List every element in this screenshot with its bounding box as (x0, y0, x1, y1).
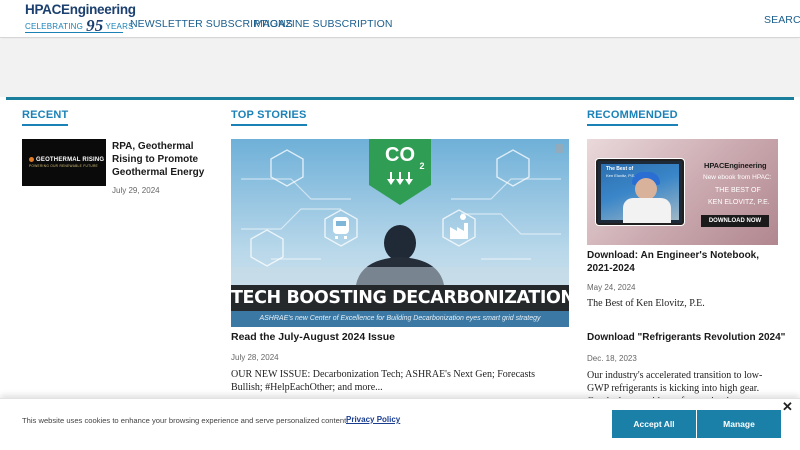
nav-search[interactable]: SEARCH (764, 14, 800, 26)
site-header: HPACEngineering CELEBRATING 95 YEARS NEW… (0, 0, 800, 38)
recent-article-date: July 29, 2024 (112, 186, 160, 195)
ad-line1: New ebook from HPAC: (703, 174, 772, 181)
recent-article-title[interactable]: RPA, Geothermal Rising to Promote Geothe… (112, 140, 212, 179)
hero-caption: ASHRAE's new Center of Excellence for Bu… (231, 311, 569, 327)
recommended-item-date: Dec. 18, 2023 (587, 354, 637, 363)
recent-thumbnail[interactable]: GEOTHERMAL RISING POWERING OUR RENEWABLE… (22, 139, 106, 186)
recommended-item-desc: The Best of Ken Elovitz, P.E. (587, 298, 705, 309)
ad-line3: KEN ELOVITZ, P.E. (708, 199, 770, 206)
co2-subscript: 2 (419, 161, 424, 171)
recommended-item-title[interactable]: Download: An Engineer's Notebook, 2021-2… (587, 249, 782, 275)
cookie-banner: This website uses cookies to enhance you… (0, 398, 800, 450)
thumb-title: GEOTHERMAL RISING (36, 157, 105, 164)
logo-anniversary: CELEBRATING 95 YEARS (25, 16, 133, 35)
down-arrows-icon (387, 172, 413, 185)
ad-line2: THE BEST OF (715, 187, 761, 194)
privacy-policy-link[interactable]: Privacy Policy (346, 415, 400, 424)
close-icon[interactable]: ✕ (782, 400, 793, 414)
ad-brand: HPACEngineering (704, 161, 767, 170)
ebook-cover: The Best of Ken Elovitz, P.E. (596, 159, 684, 225)
site-logo[interactable]: HPACEngineering CELEBRATING 95 YEARS (25, 2, 136, 35)
ebook-cover-name: Ken Elovitz, P.E. (606, 173, 636, 178)
recommended-item-date: May 24, 2024 (587, 283, 636, 292)
co2-text: CO (385, 144, 415, 166)
top-story-image[interactable]: CO 2 TECH BOOSTING DECARBONIZATION ASHRA… (231, 139, 569, 327)
accept-all-button[interactable]: Accept All (612, 410, 696, 438)
top-story-date: July 28, 2024 (231, 353, 279, 362)
manage-cookies-button[interactable]: Manage (697, 410, 781, 438)
logo-underline (25, 32, 123, 33)
top-story-title[interactable]: Read the July-August 2024 Issue (231, 331, 395, 343)
recommended-heading: RECOMMENDED (587, 109, 678, 126)
geothermal-logo-icon (29, 156, 34, 162)
recommended-item-title[interactable]: Download "Refrigerants Revolution 2024" (587, 332, 785, 343)
image-corner-icon (555, 144, 564, 153)
person-face-icon (635, 178, 657, 200)
nav-magazine-subscription[interactable]: MAGAZINE SUBSCRIPTION (254, 18, 393, 30)
person-body-icon (623, 198, 671, 223)
cookie-message: This website uses cookies to enhance you… (22, 416, 349, 425)
ebook-cover-title: The Best of (606, 166, 634, 172)
recommended-ebook-ad[interactable]: The Best of Ken Elovitz, P.E. HPACEngine… (587, 139, 778, 245)
logo-celebrating: CELEBRATING (25, 21, 84, 31)
logo-wordmark: HPACEngineering (25, 2, 136, 17)
thumb-subtitle: POWERING OUR RENEWABLE FUTURE (29, 164, 98, 169)
download-now-button[interactable]: DOWNLOAD NOW (701, 215, 769, 227)
logo-95: 95 (86, 16, 104, 35)
top-story-summary: OUR NEW ISSUE: Decarbonization Tech; ASH… (231, 369, 536, 393)
ad-placeholder (0, 39, 800, 97)
hero-banner-text: TECH BOOSTING DECARBONIZATION (231, 285, 569, 311)
recent-heading: RECENT (22, 109, 69, 126)
top-stories-heading: TOP STORIES (231, 109, 307, 126)
